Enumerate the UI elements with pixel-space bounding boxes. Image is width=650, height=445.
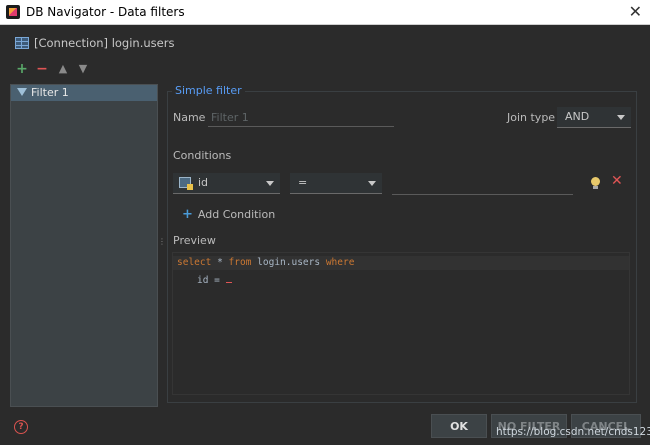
condition-operator-select[interactable]: = [290,173,382,194]
filter-item-label: Filter 1 [31,86,69,99]
section-title: Simple filter [172,84,245,97]
preview-label: Preview [173,234,216,247]
condition-column-select[interactable]: id [173,173,280,194]
sql-table: login.users [257,257,321,268]
chevron-down-icon [617,115,625,120]
sql-keyword-from: from [228,257,252,268]
sql-star: * [217,257,223,268]
plus-icon: + [182,207,193,222]
title-bar: DB Navigator - Data filters ✕ [0,0,650,25]
remove-filter-button[interactable]: − [35,62,49,76]
condition-value-input[interactable] [392,178,573,195]
condition-operator-value: = [298,176,308,189]
ok-button[interactable]: OK [431,414,487,438]
lightbulb-icon[interactable] [591,177,600,189]
sql-preview: select * from login.users where id = [172,252,630,395]
app-icon [6,5,20,19]
join-type-value: AND [565,110,590,123]
name-field[interactable]: Filter 1 [208,110,394,127]
filter-list-item[interactable]: Filter 1 [11,85,157,101]
filters-list: Filter 1 [10,84,158,407]
table-icon [15,37,29,49]
chevron-down-icon [266,181,274,186]
column-icon [179,177,193,190]
window-title: DB Navigator - Data filters [26,5,185,19]
preview-line-2: id = [197,272,232,286]
chevron-down-icon [368,181,376,186]
remove-condition-icon[interactable]: ✕ [611,173,623,189]
splitter-handle[interactable]: ⋮ [158,238,166,250]
condition-column-value: id [198,176,209,189]
filter-icon [17,88,27,96]
join-type-label: Join type [507,111,556,124]
name-placeholder: Filter 1 [211,111,249,124]
move-down-button[interactable]: ▼ [76,62,90,76]
close-icon[interactable]: ✕ [629,2,642,21]
connection-label: [Connection] login.users [34,36,175,50]
add-condition-link[interactable]: + Add Condition [182,207,275,222]
sql-condition: id = [197,275,220,286]
add-condition-label: Add Condition [197,208,276,221]
sql-keyword-select: select [177,257,212,268]
add-filter-button[interactable]: + [15,62,29,76]
conditions-label: Conditions [173,149,232,162]
sql-keyword-where: where [325,257,355,268]
move-up-button[interactable]: ▲ [56,62,70,76]
join-type-select[interactable]: AND [557,107,631,128]
watermark: https://blog.csdn.net/cnds123321 [496,426,650,438]
error-caret [225,272,232,283]
preview-line-1: select * from login.users where [177,257,354,268]
name-label: Name [173,111,206,124]
help-icon[interactable]: ? [14,420,28,434]
